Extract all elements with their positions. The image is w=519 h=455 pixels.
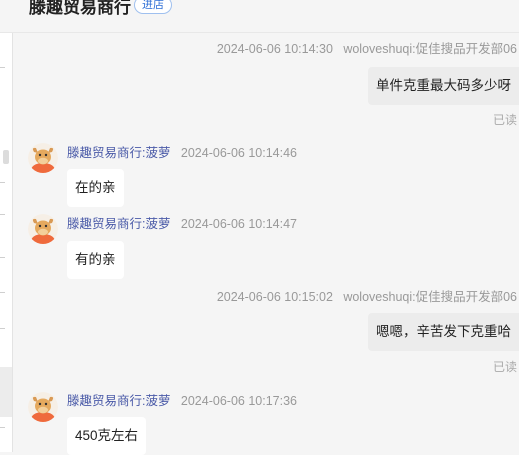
message-time: 2024-06-06 10:14:47 <box>180 217 297 231</box>
chat-header: 滕趣贸易商行 进店 <box>0 0 519 33</box>
rail-divider <box>0 257 5 258</box>
rail-divider <box>0 214 5 215</box>
message-bubble-incoming[interactable]: 有的亲 <box>67 241 124 279</box>
message-meta: 滕趣贸易商行:菠萝 2024-06-06 10:17:36 <box>67 393 297 409</box>
message-sender[interactable]: 滕趣贸易商行:菠萝 <box>67 217 170 231</box>
rail-divider <box>0 328 5 329</box>
message-meta: 滕趣贸易商行:菠萝 2024-06-06 10:14:46 <box>67 145 297 161</box>
rail-divider <box>0 292 5 293</box>
message-bubble-outgoing[interactable]: 单件克重最大码多少呀 <box>368 67 519 105</box>
rail-divider <box>0 427 5 428</box>
message-time: 2024-06-06 10:14:46 <box>180 146 297 160</box>
message-time: 2024-06-06 10:17:36 <box>180 394 297 408</box>
bull-mascot-icon[interactable] <box>28 143 58 173</box>
message-sender: woloveshuqi:促佳搜品开发部06 <box>343 290 517 304</box>
rail-divider <box>0 182 5 183</box>
enter-shop-button[interactable]: 进店 <box>134 0 172 14</box>
message-sender[interactable]: 滕趣贸易商行:菠萝 <box>67 146 170 160</box>
message-bubble-incoming[interactable]: 在的亲 <box>67 169 124 207</box>
message-time: 2024-06-06 10:14:30 <box>216 42 333 56</box>
rail-divider <box>0 67 5 68</box>
message-meta: 2024-06-06 10:14:30 woloveshuqi:促佳搜品开发部0… <box>217 41 517 57</box>
message-bubble-outgoing[interactable]: 嗯嗯，辛苦发下克重哈 <box>368 313 519 351</box>
read-status: 已读 <box>492 360 517 374</box>
message-meta: 滕趣贸易商行:菠萝 2024-06-06 10:14:47 <box>67 216 297 232</box>
shop-name[interactable]: 滕趣贸易商行 <box>29 0 131 19</box>
message-sender: woloveshuqi:促佳搜品开发部06 <box>343 42 517 56</box>
bull-mascot-icon[interactable] <box>28 392 58 422</box>
message-sender[interactable]: 滕趣贸易商行:菠萝 <box>67 394 170 408</box>
bull-mascot-icon[interactable] <box>28 214 58 244</box>
left-conversation-rail <box>0 32 13 452</box>
message-meta: 2024-06-06 10:15:02 woloveshuqi:促佳搜品开发部0… <box>217 289 517 305</box>
read-status: 已读 <box>492 113 517 127</box>
rail-selected-item[interactable] <box>0 367 12 417</box>
message-time: 2024-06-06 10:15:02 <box>216 290 333 304</box>
rail-scrollbar[interactable] <box>3 150 9 164</box>
message-bubble-incoming[interactable]: 450克左右 <box>67 417 147 455</box>
